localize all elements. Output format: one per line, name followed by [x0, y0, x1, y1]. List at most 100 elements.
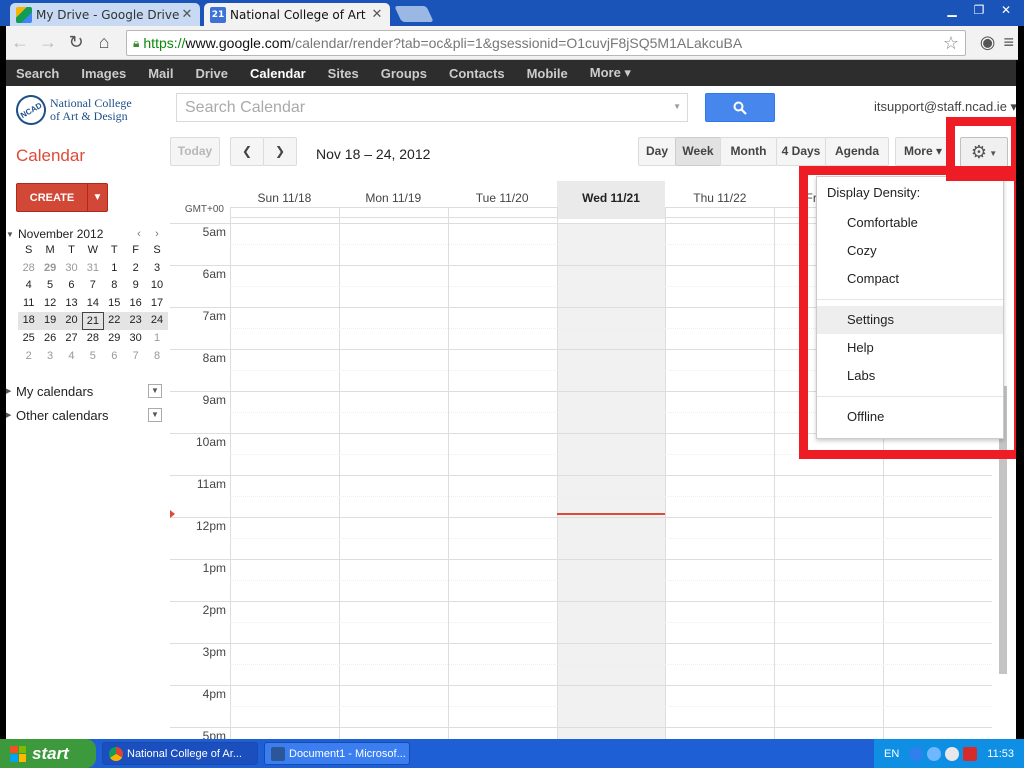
taskbar-item-chrome[interactable]: National College of Ar... [102, 742, 258, 765]
mini-calendar-day[interactable]: 4 [61, 348, 82, 366]
mini-calendar-day[interactable]: 10 [146, 277, 167, 295]
create-event-button[interactable]: CREATE ▼ [16, 183, 108, 212]
mini-calendar-day[interactable]: 26 [39, 330, 60, 348]
mini-calendar-day[interactable]: 22 [103, 312, 125, 330]
gbar-mail[interactable]: Mail [148, 66, 173, 81]
mini-calendar-day[interactable]: 30 [125, 330, 146, 348]
day-header[interactable]: Wed 11/21 [556, 181, 666, 219]
mini-calendar-day[interactable]: 30 [61, 260, 82, 278]
gbar-sites[interactable]: Sites [328, 66, 359, 81]
mini-calendar-day[interactable]: 7 [125, 348, 146, 366]
mini-calendar-day[interactable]: 18 [18, 312, 40, 330]
mini-calendar-day[interactable]: 16 [125, 295, 146, 313]
mini-calendar-day[interactable]: 9 [125, 277, 146, 295]
mini-calendar-day[interactable]: 27 [61, 330, 82, 348]
forward-icon[interactable]: → [34, 32, 62, 53]
mini-next-month-icon[interactable]: › [148, 228, 166, 240]
gbar-groups[interactable]: Groups [381, 66, 427, 81]
view-more-button[interactable]: More ▾ [895, 137, 951, 166]
network-icon[interactable] [927, 746, 942, 761]
mini-calendar-day[interactable]: 21 [82, 312, 104, 330]
mini-calendar-day[interactable]: 29 [39, 260, 60, 278]
new-tab-button[interactable] [394, 6, 434, 22]
tab-google-calendar[interactable]: 21 National College of Art and D ✕ [204, 3, 390, 26]
mini-calendar-day[interactable]: 17 [146, 295, 167, 313]
mini-calendar-day[interactable]: 6 [61, 277, 82, 295]
security-shield-icon[interactable] [963, 746, 978, 761]
bookmark-star-icon[interactable]: ☆ [943, 33, 959, 54]
mini-calendar-day[interactable]: 5 [82, 348, 103, 366]
day-header[interactable]: Tue 11/20 [448, 181, 557, 219]
day-header[interactable]: Sun 11/18 [230, 181, 339, 219]
close-tab-icon[interactable]: ✕ [370, 7, 384, 22]
language-indicator[interactable]: EN [884, 748, 899, 760]
volume-icon[interactable] [945, 746, 960, 761]
extension-eye-icon[interactable]: ◉ [980, 32, 996, 53]
mini-calendar-day[interactable]: 4 [18, 277, 39, 295]
mini-calendar-day[interactable]: 8 [146, 348, 167, 366]
start-button[interactable]: start [0, 739, 96, 768]
mini-calendar-day[interactable]: 1 [146, 330, 167, 348]
mini-calendar-day[interactable]: 23 [124, 312, 147, 330]
mini-calendar-day[interactable]: 1 [104, 260, 125, 278]
tab-my-drive[interactable]: My Drive - Google Drive ✕ [10, 3, 200, 26]
ncad-logo[interactable]: NCAD National College of Art & Design [10, 89, 132, 131]
mini-calendar-day[interactable]: 28 [18, 260, 39, 278]
bluetooth-icon[interactable] [909, 746, 924, 761]
mini-calendar-day[interactable]: 19 [39, 312, 61, 330]
back-icon[interactable]: ← [6, 32, 34, 53]
restore-icon[interactable]: ❐ [967, 2, 991, 18]
mini-calendar-day[interactable]: 28 [82, 330, 103, 348]
taskbar-clock[interactable]: 11:53 [987, 748, 1014, 760]
mini-calendar-day[interactable]: 14 [82, 295, 103, 313]
gbar-calendar[interactable]: Calendar [250, 66, 306, 81]
address-bar[interactable]: 🔒︎ https://www.google.com/calendar/rende… [126, 30, 966, 56]
mini-calendar-day[interactable]: 5 [39, 277, 60, 295]
view-day-button[interactable]: Day [638, 137, 676, 166]
mini-prev-month-icon[interactable]: ‹ [130, 228, 148, 240]
mini-calendar-day[interactable]: 25 [18, 330, 39, 348]
mini-calendar-day[interactable]: 7 [82, 277, 103, 295]
today-button[interactable]: Today [170, 137, 220, 166]
mini-calendar-day[interactable]: 29 [104, 330, 125, 348]
home-icon[interactable]: ⌂ [90, 32, 118, 53]
gbar-drive[interactable]: Drive [195, 66, 228, 81]
next-period-button[interactable]: ❯ [263, 137, 297, 166]
mini-calendar-day[interactable]: 2 [18, 348, 39, 366]
view-week-button[interactable]: Week [675, 137, 721, 166]
other-calendars-dropdown-icon[interactable]: ▼ [148, 408, 162, 422]
mini-calendar-day[interactable]: 13 [61, 295, 82, 313]
view-month-button[interactable]: Month [720, 137, 777, 166]
gbar-more[interactable]: More ▾ [590, 65, 631, 81]
my-calendars-dropdown-icon[interactable]: ▼ [148, 384, 162, 398]
mini-calendar-day[interactable]: 20 [60, 312, 83, 330]
minimize-icon[interactable]: ▁ [940, 2, 964, 18]
view-4days-button[interactable]: 4 Days [776, 137, 826, 166]
browser-menu-icon[interactable]: ≡ [1003, 32, 1014, 53]
search-button[interactable] [705, 93, 775, 122]
mini-calendar-day[interactable]: 31 [82, 260, 103, 278]
my-calendars-section[interactable]: ▶ My calendars ▼ [6, 382, 162, 400]
collapse-triangle-icon[interactable]: ▼ [6, 230, 18, 239]
taskbar-item-word[interactable]: Document1 - Microsof... [264, 742, 410, 765]
gbar-images[interactable]: Images [81, 66, 126, 81]
gbar-mobile[interactable]: Mobile [527, 66, 568, 81]
mini-calendar-day[interactable]: 6 [104, 348, 125, 366]
mini-calendar-day[interactable]: 2 [125, 260, 146, 278]
gbar-search[interactable]: Search [16, 66, 59, 81]
day-header[interactable]: Mon 11/19 [339, 181, 448, 219]
mini-calendar-day[interactable]: 24 [146, 312, 168, 330]
account-menu[interactable]: itsupport@staff.ncad.ie ▾ [874, 99, 1016, 115]
mini-calendar-day[interactable]: 12 [39, 295, 60, 313]
create-dropdown-icon[interactable]: ▼ [87, 184, 107, 211]
mini-calendar-day[interactable]: 3 [39, 348, 60, 366]
day-header[interactable]: Thu 11/22 [665, 181, 774, 219]
other-calendars-section[interactable]: ▶ Other calendars ▼ [6, 406, 162, 424]
view-agenda-button[interactable]: Agenda [825, 137, 889, 166]
reload-icon[interactable]: ↻ [62, 32, 90, 53]
close-window-icon[interactable]: ✕ [994, 2, 1018, 18]
search-options-dropdown-icon[interactable]: ▼ [673, 102, 681, 111]
mini-calendar-day[interactable]: 15 [104, 295, 125, 313]
search-calendar-input[interactable]: Search Calendar ▼ [176, 93, 688, 122]
close-tab-icon[interactable]: ✕ [180, 7, 194, 22]
